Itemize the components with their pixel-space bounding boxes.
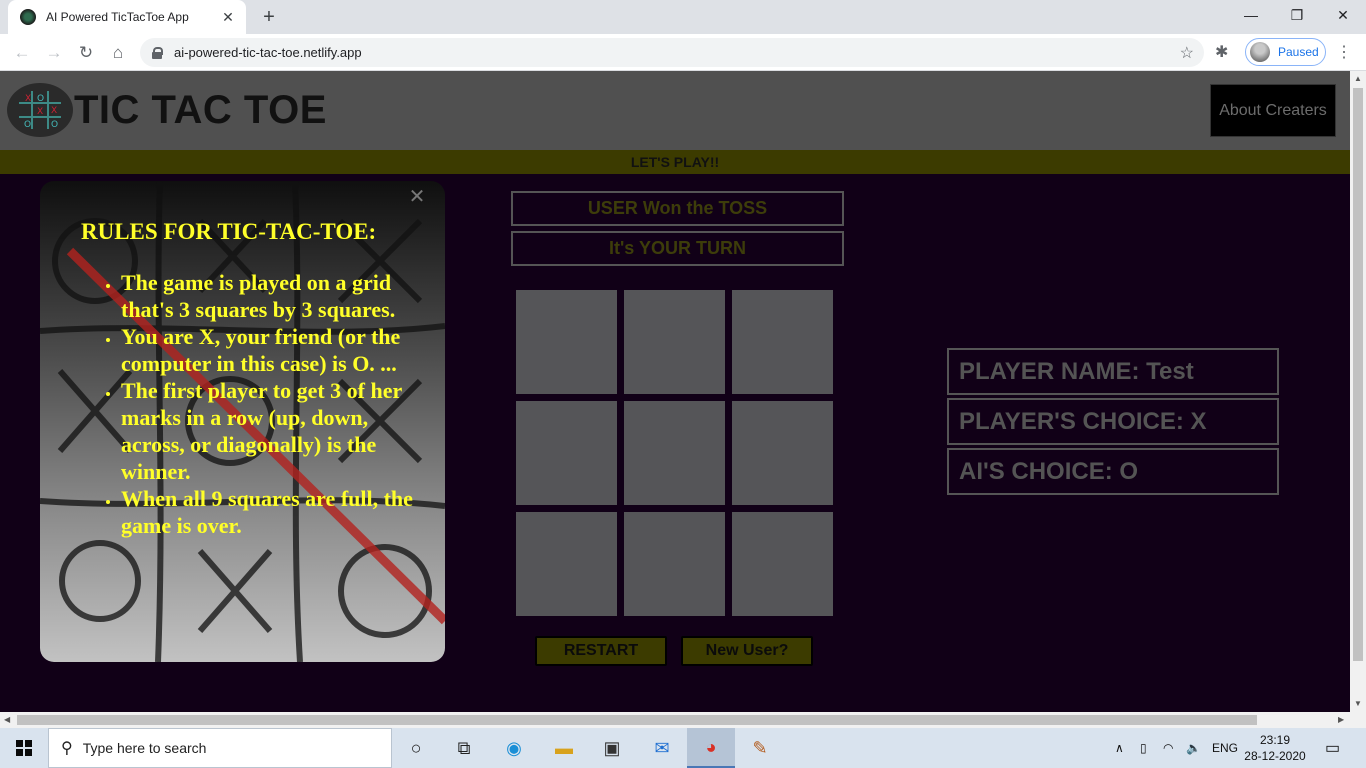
modal-close-icon[interactable]: ✕	[406, 185, 428, 208]
battery-icon[interactable]: ▯	[1140, 728, 1147, 768]
player-name: PLAYER NAME: Test	[947, 348, 1279, 395]
paint-icon[interactable]: ✎	[736, 728, 784, 768]
search-placeholder: Type here to search	[82, 740, 207, 756]
store-icon[interactable]: ▣	[588, 728, 636, 768]
page-title: TIC TAC TOE	[74, 88, 327, 132]
rules-modal: ✕ RULES FOR TIC-TAC-TOE: The game is pla…	[40, 181, 445, 662]
tictactoe-logo-icon: X O X X O O	[7, 83, 73, 137]
extensions-puzzle-icon[interactable]: ✱	[1215, 42, 1228, 62]
page-viewport: X O X X O O TIC TAC TOE About Creaters L…	[0, 71, 1350, 712]
wifi-icon[interactable]: ◠	[1163, 728, 1173, 768]
minimize-icon[interactable]: —	[1228, 0, 1274, 30]
file-explorer-icon[interactable]: ▬	[540, 728, 588, 768]
site-header: X O X X O O TIC TAC TOE About Creaters	[0, 71, 1350, 150]
lets-play-banner: LET'S PLAY!!	[0, 150, 1350, 174]
board-cell[interactable]	[732, 512, 833, 616]
tab-close-icon[interactable]: ✕	[216, 5, 240, 29]
horizontal-scrollbar[interactable]: ◀ ▶	[0, 712, 1366, 728]
svg-text:O: O	[51, 120, 58, 130]
clock-time: 23:19	[1259, 733, 1291, 747]
clock-date: 28-12-2020	[1244, 749, 1306, 763]
browser-tabstrip: AI Powered TicTacToe App ✕ + — ❐ ✕	[0, 0, 1366, 34]
mail-icon[interactable]: ✉	[638, 728, 686, 768]
volume-icon[interactable]: 🔈	[1186, 728, 1201, 768]
home-icon[interactable]: ⌂	[104, 39, 132, 67]
board-cell[interactable]	[516, 290, 617, 394]
forward-icon[interactable]: →	[40, 39, 68, 67]
board-cell[interactable]	[624, 290, 725, 394]
window-close-icon[interactable]: ✕	[1320, 0, 1366, 30]
svg-text:O: O	[37, 94, 44, 104]
svg-text:X: X	[51, 106, 57, 116]
notifications-icon[interactable]: ▭	[1325, 728, 1340, 768]
new-user-button[interactable]: New User?	[681, 636, 813, 666]
player-choice: PLAYER'S CHOICE: X	[947, 398, 1279, 445]
taskbar-clock[interactable]: 23:19 28-12-2020	[1240, 732, 1310, 764]
browser-tab[interactable]: AI Powered TicTacToe App ✕	[8, 0, 246, 34]
chrome-icon[interactable]: ◕	[687, 728, 735, 768]
avatar	[1250, 42, 1270, 62]
reload-icon[interactable]: ↻	[72, 39, 100, 67]
svg-text:X: X	[25, 94, 31, 104]
board-cell[interactable]	[516, 512, 617, 616]
scroll-down-icon[interactable]: ▼	[1354, 699, 1362, 708]
board-cell[interactable]	[732, 401, 833, 505]
search-icon: ⚲	[61, 740, 73, 757]
windows-logo-icon	[16, 740, 32, 756]
svg-text:O: O	[24, 120, 31, 130]
scroll-up-icon[interactable]: ▲	[1354, 74, 1362, 83]
tab-title: AI Powered TicTacToe App	[46, 10, 189, 24]
back-icon[interactable]: ←	[8, 39, 36, 67]
tab-favicon-icon	[20, 9, 36, 25]
ai-choice: AI'S CHOICE: O	[947, 448, 1279, 495]
rules-list: The game is played on a grid that's 3 sq…	[121, 269, 421, 539]
task-view-icon[interactable]: ⧉	[440, 728, 488, 768]
turn-status: It's YOUR TURN	[511, 231, 844, 266]
lock-icon	[152, 46, 163, 59]
scroll-right-icon[interactable]: ▶	[1338, 715, 1344, 724]
show-hidden-icons[interactable]: ∧	[1115, 728, 1124, 768]
vertical-scroll-thumb[interactable]	[1353, 88, 1363, 661]
svg-text:X: X	[37, 107, 43, 117]
board-cell[interactable]	[732, 290, 833, 394]
restore-icon[interactable]: ❐	[1274, 0, 1320, 30]
horizontal-scroll-thumb[interactable]	[17, 715, 1257, 725]
vertical-scrollbar[interactable]: ▲ ▼	[1350, 71, 1366, 712]
browser-menu-icon[interactable]: ⋮	[1336, 42, 1352, 62]
address-bar[interactable]: ai-powered-tic-tac-toe.netlify.app ☆	[140, 38, 1204, 67]
profile-status: Paused	[1278, 45, 1319, 59]
new-tab-icon[interactable]: +	[256, 5, 282, 29]
scroll-left-icon[interactable]: ◀	[4, 715, 10, 724]
rule-item: You are X, your friend (or the computer …	[121, 323, 421, 377]
browser-toolbar: ← → ↻ ⌂ ai-powered-tic-tac-toe.netlify.a…	[0, 34, 1366, 71]
board-cell[interactable]	[516, 401, 617, 505]
edge-icon[interactable]: ◉	[490, 728, 538, 768]
url-text: ai-powered-tic-tac-toe.netlify.app	[174, 45, 362, 60]
taskbar: ⚲ Type here to search ○ ⧉ ◉ ▬ ▣ ✉ ◕ ✎ ∧ …	[0, 728, 1366, 768]
rule-item: When all 9 squares are full, the game is…	[121, 485, 421, 539]
rule-item: The first player to get 3 of her marks i…	[121, 377, 421, 485]
start-button[interactable]	[0, 728, 48, 768]
rule-item: The game is played on a grid that's 3 sq…	[121, 269, 421, 323]
toss-status: USER Won the TOSS	[511, 191, 844, 226]
rules-title: RULES FOR TIC-TAC-TOE:	[81, 219, 377, 244]
profile-button[interactable]: Paused	[1245, 38, 1326, 66]
cortana-icon[interactable]: ○	[392, 728, 440, 768]
about-creators-button[interactable]: About Creaters	[1210, 84, 1336, 137]
restart-button[interactable]: RESTART	[535, 636, 667, 666]
taskbar-search[interactable]: ⚲ Type here to search	[48, 728, 392, 768]
bookmark-star-icon[interactable]: ☆	[1180, 43, 1194, 63]
board-cell[interactable]	[624, 512, 725, 616]
language-indicator[interactable]: ENG	[1212, 728, 1238, 768]
board-cell[interactable]	[624, 401, 725, 505]
